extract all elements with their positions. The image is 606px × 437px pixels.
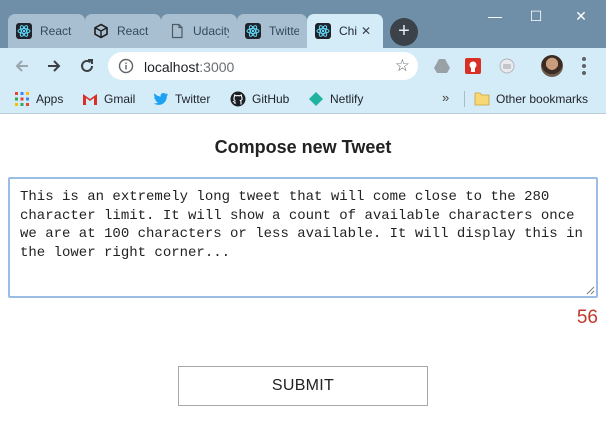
bookmark-star-icon[interactable]: ☆ bbox=[395, 56, 410, 76]
bookmarks-divider bbox=[464, 91, 465, 107]
more-menu-icon[interactable] bbox=[574, 54, 594, 78]
tab-udacity[interactable]: Udacity bbox=[161, 14, 237, 48]
bookmark-label: Gmail bbox=[104, 92, 136, 106]
bookmark-gmail[interactable]: Gmail bbox=[82, 90, 135, 108]
react-icon bbox=[315, 23, 331, 39]
tab-react-2[interactable]: React bbox=[85, 14, 161, 48]
tab-title: React bbox=[40, 24, 72, 38]
tab-chirper[interactable]: Chirper ✕ bbox=[307, 14, 383, 48]
minimize-icon[interactable]: — bbox=[478, 6, 512, 26]
bookmarks-bar: Apps Gmail Twitter GitHub Netlify » Othe… bbox=[0, 84, 606, 114]
tab-title: React bbox=[117, 24, 149, 38]
puzzle-icon[interactable] bbox=[497, 56, 517, 76]
close-tab-icon[interactable]: ✕ bbox=[361, 24, 371, 38]
submit-button[interactable]: SUBMIT bbox=[178, 366, 428, 406]
document-icon bbox=[169, 23, 185, 39]
bookmark-label: Twitter bbox=[175, 92, 211, 106]
gmail-icon bbox=[82, 91, 98, 107]
bookmark-netlify[interactable]: Netlify bbox=[308, 90, 363, 108]
tab-react-1[interactable]: React bbox=[8, 14, 85, 48]
browser-toolbar: localhost:3000 ☆ bbox=[0, 48, 606, 84]
url-port: :3000 bbox=[199, 59, 235, 75]
url-host: localhost bbox=[144, 59, 200, 75]
resize-handle-icon[interactable] bbox=[585, 285, 595, 295]
new-tab-button[interactable]: + bbox=[390, 18, 418, 46]
bookmarks-overflow-icon[interactable]: » bbox=[442, 90, 449, 105]
twitter-icon bbox=[153, 91, 169, 107]
info-icon[interactable] bbox=[118, 58, 134, 79]
extension-icon[interactable] bbox=[463, 56, 483, 76]
char-count: 56 bbox=[576, 307, 598, 328]
bookmark-apps[interactable]: Apps bbox=[14, 90, 63, 108]
profile-avatar[interactable] bbox=[541, 55, 563, 77]
forward-button[interactable] bbox=[42, 54, 66, 78]
tweet-textarea[interactable]: This is an extremely long tweet that wil… bbox=[8, 177, 598, 298]
page-content: Compose new Tweet This is an extremely l… bbox=[0, 115, 606, 437]
maximize-icon[interactable]: ☐ bbox=[519, 6, 553, 26]
close-window-icon[interactable]: ✕ bbox=[564, 6, 598, 26]
page-title: Compose new Tweet bbox=[214, 137, 392, 157]
drive-icon[interactable] bbox=[432, 56, 452, 76]
bookmark-github[interactable]: GitHub bbox=[230, 90, 289, 108]
codesandbox-icon bbox=[93, 23, 109, 39]
react-icon bbox=[16, 23, 32, 39]
arrow-left-icon bbox=[15, 60, 28, 72]
bookmark-label: GitHub bbox=[252, 92, 290, 106]
tab-strip: React React Udacity Twitter Chirper ✕ + … bbox=[0, 0, 606, 48]
bookmark-label: Apps bbox=[36, 92, 64, 106]
back-button[interactable] bbox=[10, 54, 34, 78]
folder-icon bbox=[474, 91, 490, 107]
bookmark-other[interactable]: Other bookmarks bbox=[474, 90, 588, 108]
netlify-icon bbox=[308, 91, 324, 107]
github-icon bbox=[230, 91, 246, 107]
tab-title: Udacity bbox=[193, 24, 229, 38]
react-icon bbox=[245, 23, 261, 39]
reload-icon bbox=[81, 59, 93, 72]
bookmark-twitter[interactable]: Twitter bbox=[153, 90, 210, 108]
tab-title: Chirper bbox=[339, 24, 357, 38]
url-text[interactable]: localhost:3000 bbox=[144, 59, 234, 75]
tab-title: Twitter bbox=[269, 24, 299, 38]
address-bar[interactable]: localhost:3000 ☆ bbox=[108, 52, 418, 80]
bookmark-label: Netlify bbox=[330, 92, 364, 106]
tab-twitter[interactable]: Twitter bbox=[237, 14, 307, 48]
arrow-right-icon bbox=[48, 60, 61, 72]
apps-grid-icon bbox=[14, 91, 30, 107]
bookmark-label: Other bookmarks bbox=[496, 92, 589, 106]
reload-button[interactable] bbox=[75, 54, 99, 78]
